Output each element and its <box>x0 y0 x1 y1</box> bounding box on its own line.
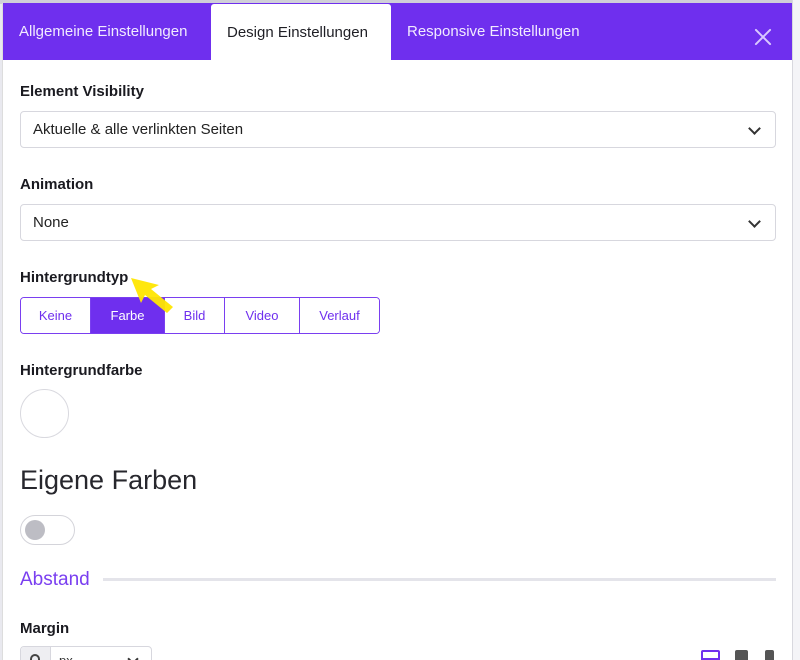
background-type-button-group: Keine Farbe Bild Video Verlauf <box>20 297 380 334</box>
design-settings-panel: Element Visibility Aktuelle & alle verli… <box>3 60 792 660</box>
close-icon[interactable] <box>751 25 775 49</box>
background-color-swatch[interactable] <box>20 389 69 438</box>
tablet-icon[interactable] <box>735 650 748 660</box>
lock-shackle <box>30 654 40 660</box>
background-type-label: Hintergrundtyp <box>20 269 129 286</box>
tab-design-settings[interactable]: Design Einstellungen <box>211 4 391 60</box>
visibility-label: Element Visibility <box>20 83 144 100</box>
animation-label: Animation <box>20 176 94 193</box>
bg-type-video-button[interactable]: Video <box>225 298 300 333</box>
bg-type-none-button[interactable]: Keine <box>21 298 91 333</box>
desktop-icon[interactable] <box>701 650 720 660</box>
section-divider <box>103 578 776 581</box>
chevron-down-icon <box>748 215 761 228</box>
custom-colors-heading: Eigene Farben <box>20 465 198 495</box>
visibility-select-value: Aktuelle & alle verlinkten Seiten <box>33 121 244 138</box>
bg-type-gradient-button[interactable]: Verlauf <box>300 298 379 333</box>
margin-unit-value: px <box>59 653 73 660</box>
mobile-icon[interactable] <box>765 650 774 660</box>
chevron-down-icon <box>127 653 139 660</box>
animation-select-value: None <box>33 214 69 231</box>
tab-responsive-settings[interactable]: Responsive Einstellungen <box>391 3 611 60</box>
spacing-section-title: Abstand <box>20 569 90 590</box>
visibility-select[interactable]: Aktuelle & alle verlinkten Seiten <box>20 111 776 148</box>
settings-modal: Allgemeine Einstellungen Design Einstell… <box>2 3 792 660</box>
lock-icon[interactable] <box>21 647 51 660</box>
margin-label: Margin <box>20 620 70 637</box>
background-color-label: Hintergrundfarbe <box>20 362 143 379</box>
custom-colors-toggle[interactable] <box>20 515 75 545</box>
bg-type-image-button[interactable]: Bild <box>165 298 225 333</box>
animation-select[interactable]: None <box>20 204 776 241</box>
toggle-knob <box>25 520 45 540</box>
tab-general-settings[interactable]: Allgemeine Einstellungen <box>3 3 211 60</box>
tab-bar: Allgemeine Einstellungen Design Einstell… <box>3 3 792 60</box>
bg-type-color-button[interactable]: Farbe <box>91 298 165 333</box>
background-page-edge <box>792 0 800 660</box>
margin-unit-select[interactable]: px <box>20 646 152 660</box>
chevron-down-icon <box>748 122 761 135</box>
